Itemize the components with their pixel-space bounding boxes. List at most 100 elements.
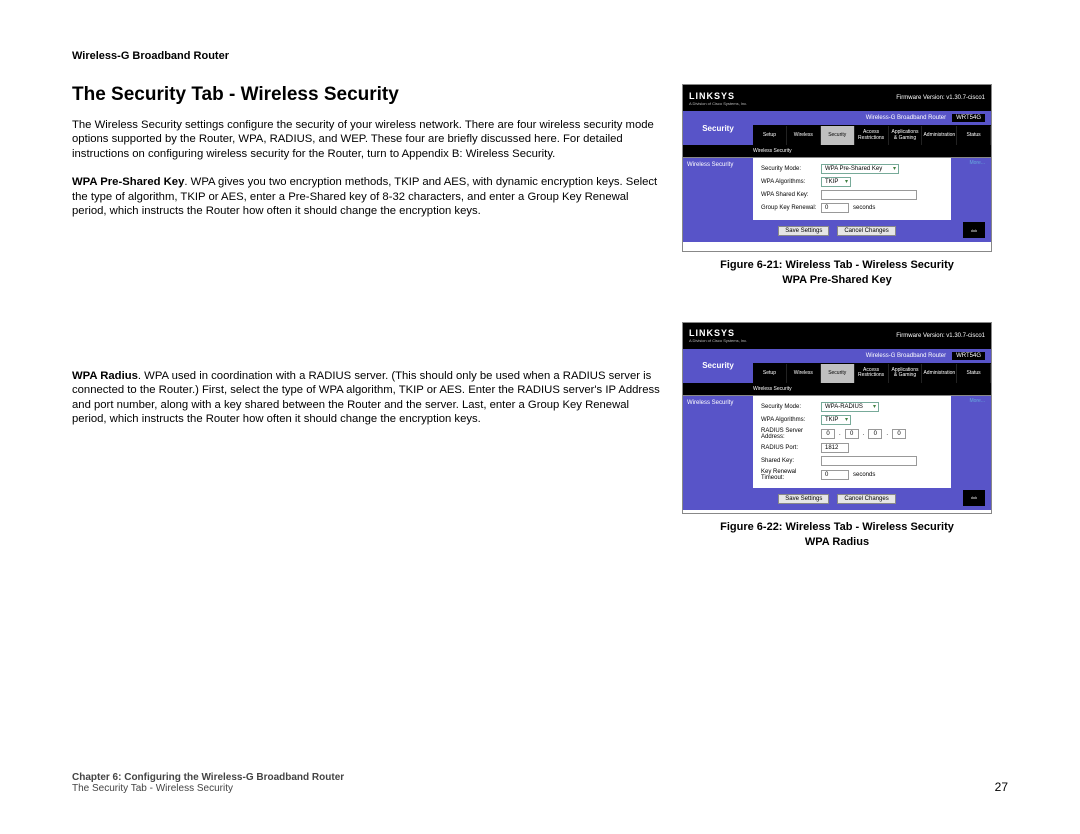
ip-a[interactable]: 0 (821, 429, 835, 439)
shot-header-bar: LINKSYS A Division of Cisco Systems, Inc… (683, 85, 991, 111)
tab-admin[interactable]: Administration (922, 364, 957, 383)
figure-caption-1: Figure 6-21: Wireless Tab - Wireless Sec… (682, 258, 992, 288)
more-link[interactable]: More... (951, 396, 991, 404)
shot-body: Wireless Security Security Mode: WPA Pre… (683, 157, 991, 220)
ip-b[interactable]: 0 (845, 429, 859, 439)
wpa-radius-label: WPA Radius (72, 370, 138, 382)
timeout-input[interactable]: 0 (821, 470, 849, 480)
key-label: WPA Shared Key: (761, 192, 817, 198)
product-name: Wireless-G Broadband Router (866, 115, 946, 121)
figures-column: LINKSYS A Division of Cisco Systems, Inc… (682, 84, 992, 583)
cisco-logo: ılıılı (963, 490, 985, 506)
algo-label: WPA Algorithms: (761, 179, 817, 185)
section-title: The Security Tab - Wireless Security (72, 84, 662, 106)
renew-input[interactable]: 0 (821, 203, 849, 213)
save-button[interactable]: Save Settings (778, 494, 829, 504)
figure-caption-2: Figure 6-22: Wireless Tab - Wireless Sec… (682, 520, 992, 550)
product-name: Wireless-G Broadband Router (866, 353, 946, 359)
footer-sub: The Security Tab - Wireless Security (72, 783, 344, 794)
tab-setup[interactable]: Setup (753, 126, 787, 145)
main-tabs-2: Setup Wireless Security Access Restricti… (753, 363, 991, 383)
page-footer: Chapter 6: Configuring the Wireless-G Br… (72, 772, 1008, 794)
brand-logo: LINKSYS (689, 91, 747, 101)
ip-d[interactable]: 0 (892, 429, 906, 439)
banner-section: Security (683, 111, 753, 145)
shot-footer: Save Settings Cancel Changes ılıılı (683, 220, 991, 242)
tab-security[interactable]: Security (821, 364, 855, 383)
key-input[interactable] (821, 190, 917, 200)
tab-admin[interactable]: Administration (922, 126, 957, 145)
model-box: WRT54G (952, 114, 985, 122)
tab-wireless[interactable]: Wireless (787, 126, 821, 145)
side-label: Wireless Security (683, 158, 753, 220)
doc-header: Wireless-G Broadband Router (72, 50, 1008, 62)
algo-select[interactable]: TKIP (821, 415, 851, 425)
form-area-2: Security Mode: WPA-RADIUS WPA Algorithms… (753, 396, 951, 488)
model-box: WRT54G (952, 352, 985, 360)
mode-label: Security Mode: (761, 404, 817, 410)
timeout-unit: seconds (853, 472, 875, 478)
shot-footer-2: Save Settings Cancel Changes ılıılı (683, 488, 991, 510)
wpa-radius-body: . WPA used in coordination with a RADIUS… (72, 370, 660, 425)
sub-tabs-2: Wireless Security (683, 383, 991, 395)
timeout-label: Key Renewal Timeout: (761, 469, 817, 481)
router-screenshot-wpa-radius: LINKSYS A Division of Cisco Systems, Inc… (682, 322, 992, 514)
tab-wireless[interactable]: Wireless (787, 364, 821, 383)
firmware-text: Firmware Version: v1.30.7-cisco1 (896, 95, 985, 101)
renew-label: Group Key Renewal: (761, 205, 817, 211)
tab-setup[interactable]: Setup (753, 364, 787, 383)
tab-access[interactable]: Access Restrictions (855, 364, 889, 383)
shared-key-label: Shared Key: (761, 458, 817, 464)
shot-body-2: Wireless Security Security Mode: WPA-RAD… (683, 395, 991, 488)
caption-2-line2: WPA Radius (805, 536, 869, 548)
sub-tabs: Wireless Security (683, 145, 991, 157)
body-more-col: More... (951, 158, 991, 220)
cancel-button[interactable]: Cancel Changes (837, 226, 895, 236)
mode-select[interactable]: WPA Pre-Shared Key (821, 164, 899, 174)
shot-banner-2: Security Wireless-G Broadband Router WRT… (683, 349, 991, 383)
more-link[interactable]: More... (951, 158, 991, 166)
content-columns: The Security Tab - Wireless Security The… (72, 84, 1008, 583)
radius-port-input[interactable]: 1812 (821, 443, 849, 453)
text-column: The Security Tab - Wireless Security The… (72, 84, 662, 583)
main-tabs: Setup Wireless Security Access Restricti… (753, 125, 991, 145)
ip-c[interactable]: 0 (868, 429, 882, 439)
intro-paragraph: The Wireless Security settings configure… (72, 118, 662, 161)
tab-access[interactable]: Access Restrictions (855, 126, 889, 145)
router-screenshot-wpa-psk: LINKSYS A Division of Cisco Systems, Inc… (682, 84, 992, 252)
tab-apps[interactable]: Applications & Gaming (889, 364, 923, 383)
algo-select[interactable]: TKIP (821, 177, 851, 187)
caption-1-line2: WPA Pre-Shared Key (782, 274, 891, 286)
shared-key-input[interactable] (821, 456, 917, 466)
tab-status[interactable]: Status (957, 364, 991, 383)
cancel-button[interactable]: Cancel Changes (837, 494, 895, 504)
algo-label: WPA Algorithms: (761, 417, 817, 423)
brand-sub: A Division of Cisco Systems, Inc. (689, 338, 747, 343)
tab-apps[interactable]: Applications & Gaming (889, 126, 923, 145)
side-label-2: Wireless Security (683, 396, 753, 488)
wpa-psk-label: WPA Pre-Shared Key (72, 176, 184, 188)
form-area: Security Mode: WPA Pre-Shared Key WPA Al… (753, 158, 951, 220)
subtab-wireless-security[interactable]: Wireless Security (753, 386, 792, 392)
footer-chapter: Chapter 6: Configuring the Wireless-G Br… (72, 772, 344, 783)
figure-6-21: LINKSYS A Division of Cisco Systems, Inc… (682, 84, 992, 288)
page-number: 27 (995, 780, 1008, 794)
brand-sub: A Division of Cisco Systems, Inc. (689, 101, 747, 106)
tab-status[interactable]: Status (957, 126, 991, 145)
wpa-radius-paragraph: WPA Radius. WPA used in coordination wit… (72, 369, 662, 427)
firmware-text: Firmware Version: v1.30.7-cisco1 (896, 333, 985, 339)
cisco-logo: ılıılı (963, 222, 985, 238)
wpa-psk-paragraph: WPA Pre-Shared Key. WPA gives you two en… (72, 175, 662, 218)
save-button[interactable]: Save Settings (778, 226, 829, 236)
caption-1-line1: Figure 6-21: Wireless Tab - Wireless Sec… (720, 259, 954, 271)
radius-ip-label: RADIUS Server Address: (761, 428, 817, 440)
body-more-col-2: More... (951, 396, 991, 488)
radius-port-label: RADIUS Port: (761, 445, 817, 451)
mode-select[interactable]: WPA-RADIUS (821, 402, 879, 412)
shot-banner: Security Wireless-G Broadband Router WRT… (683, 111, 991, 145)
brand-logo: LINKSYS (689, 328, 747, 338)
tab-security[interactable]: Security (821, 126, 855, 145)
shot-header-bar-2: LINKSYS A Division of Cisco Systems, Inc… (683, 323, 991, 349)
subtab-wireless-security[interactable]: Wireless Security (753, 148, 792, 154)
figure-6-22: LINKSYS A Division of Cisco Systems, Inc… (682, 322, 992, 550)
